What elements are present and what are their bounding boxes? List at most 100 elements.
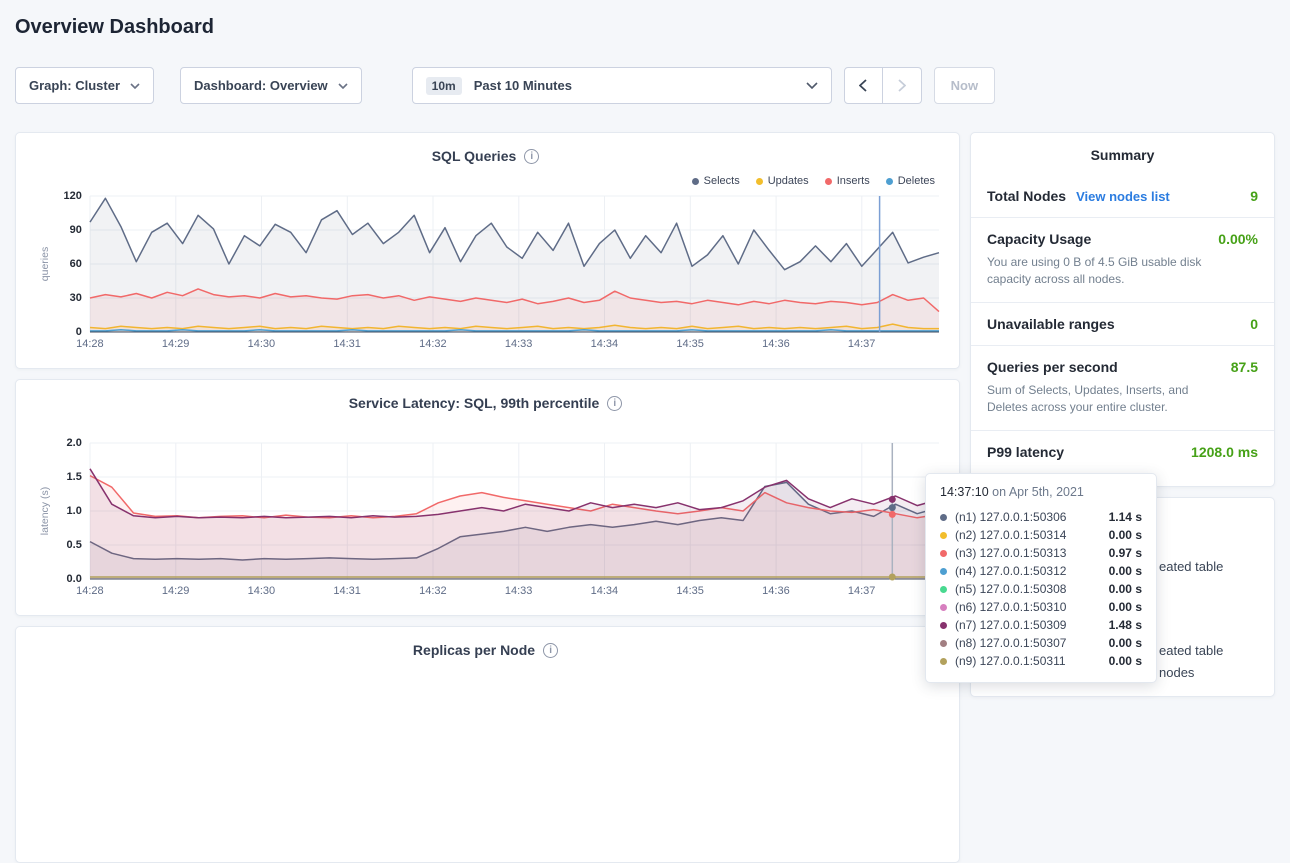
x-tick-label: 14:37 <box>848 585 876 597</box>
summary-title: Summary <box>971 147 1274 163</box>
y-tick-label: 30 <box>70 292 82 304</box>
chart-hover-tooltip: 14:37:10 on Apr 5th, 2021 (n1) 127.0.0.1… <box>925 473 1157 683</box>
tooltip-node-value: 0.00 s <box>1109 600 1142 614</box>
time-range-badge: 10m <box>426 77 462 95</box>
legend-item[interactable]: Selects <box>692 175 740 187</box>
time-prev-button[interactable] <box>844 67 883 104</box>
tooltip-row: (n3) 127.0.0.1:50313 0.97 s <box>940 544 1142 562</box>
chart-title-row: SQL Queries i <box>36 146 935 166</box>
summary-row-label: P99 latency <box>987 444 1064 460</box>
summary-row: P99 latency 1208.0 ms <box>971 430 1274 473</box>
graph-dropdown[interactable]: Graph: Cluster <box>15 67 154 104</box>
x-tick-label: 14:30 <box>248 338 276 350</box>
node-color-dot-icon <box>940 568 947 575</box>
info-icon[interactable]: i <box>524 149 539 164</box>
tooltip-node-value: 0.00 s <box>1109 654 1142 668</box>
tooltip-row: (n7) 127.0.0.1:50309 1.48 s <box>940 616 1142 634</box>
chart-svg <box>90 196 939 332</box>
time-range-dropdown[interactable]: 10m Past 10 Minutes <box>412 67 832 104</box>
chart-title: Replicas per Node <box>413 642 535 658</box>
service-latency-plot[interactable]: 14:2814:2914:3014:3114:3214:3314:3414:35… <box>90 443 935 579</box>
event-text-fragment: nodes <box>1159 665 1194 680</box>
x-tick-label: 14:34 <box>591 585 619 597</box>
tooltip-node-value: 0.00 s <box>1109 564 1142 578</box>
y-axis-ticks: 0306090120 <box>54 196 90 332</box>
tooltip-node-label: (n7) 127.0.0.1:50309 <box>955 618 1066 632</box>
tooltip-node-label: (n3) 127.0.0.1:50313 <box>955 546 1066 560</box>
page-title: Overview Dashboard <box>15 0 1275 39</box>
summary-row: Capacity Usage 0.00% You are using 0 B o… <box>971 217 1274 302</box>
node-color-dot-icon <box>940 604 947 611</box>
sql-queries-plot[interactable]: 14:2814:2914:3014:3114:3214:3314:3414:35… <box>90 196 935 332</box>
x-tick-label: 14:31 <box>333 585 361 597</box>
time-next-button[interactable] <box>883 67 922 104</box>
x-tick-label: 14:37 <box>848 338 876 350</box>
chart-title: SQL Queries <box>432 148 517 164</box>
x-tick-label: 14:28 <box>76 338 104 350</box>
chevron-left-icon <box>859 79 867 92</box>
y-tick-label: 120 <box>63 190 81 202</box>
node-color-dot-icon <box>940 640 947 647</box>
summary-row-description: Sum of Selects, Updates, Inserts, and De… <box>987 382 1258 417</box>
y-axis-ticks: 0.00.51.01.52.0 <box>54 443 90 579</box>
tooltip-row: (n1) 127.0.0.1:50306 1.14 s <box>940 508 1142 526</box>
y-tick-label: 60 <box>70 258 82 270</box>
view-nodes-link[interactable]: View nodes list <box>1076 189 1170 204</box>
legend-item[interactable]: Deletes <box>886 175 935 187</box>
node-color-dot-icon <box>940 550 947 557</box>
event-text-fragment: eated table <box>1159 559 1223 574</box>
tooltip-node-label: (n6) 127.0.0.1:50310 <box>955 600 1066 614</box>
summary-row: Total Nodes View nodes list 9 <box>971 175 1274 217</box>
legend-item[interactable]: Updates <box>756 175 809 187</box>
x-axis-ticks: 14:2814:2914:3014:3114:3214:3314:3414:35… <box>90 336 939 352</box>
x-tick-label: 14:35 <box>676 338 704 350</box>
x-tick-label: 14:29 <box>162 338 190 350</box>
x-tick-label: 14:32 <box>419 338 447 350</box>
tooltip-row: (n4) 127.0.0.1:50312 0.00 s <box>940 562 1142 580</box>
summary-panel: Summary Total Nodes View nodes list 9 Ca… <box>970 132 1275 487</box>
summary-row-label: Unavailable ranges <box>987 316 1115 332</box>
charts-column: SQL Queries i Selects Updates Inserts Delet… <box>15 132 960 863</box>
tooltip-row: (n2) 127.0.0.1:50314 0.00 s <box>940 526 1142 544</box>
node-color-dot-icon <box>940 658 947 665</box>
y-tick-label: 2.0 <box>67 437 82 449</box>
overview-dashboard-page: Overview Dashboard Graph: Cluster Dashbo… <box>0 0 1290 689</box>
chart-legend <box>36 421 935 435</box>
info-icon[interactable]: i <box>607 396 622 411</box>
chart-title-row: Replicas per Node i <box>36 640 935 660</box>
x-tick-label: 14:35 <box>676 585 704 597</box>
summary-rows: Total Nodes View nodes list 9 Capacity U… <box>971 175 1274 473</box>
tooltip-node-label: (n4) 127.0.0.1:50312 <box>955 564 1066 578</box>
tooltip-row: (n5) 127.0.0.1:50308 0.00 s <box>940 580 1142 598</box>
tooltip-node-label: (n2) 127.0.0.1:50314 <box>955 528 1066 542</box>
y-tick-label: 90 <box>70 224 82 236</box>
summary-row-value: 9 <box>1250 188 1258 204</box>
now-button[interactable]: Now <box>934 67 995 104</box>
summary-row-value: 87.5 <box>1231 359 1258 375</box>
x-tick-label: 14:34 <box>591 338 619 350</box>
tooltip-timestamp: 14:37:10 on Apr 5th, 2021 <box>940 485 1142 499</box>
legend-dot-icon <box>756 178 763 185</box>
service-latency-chart-panel: Service Latency: SQL, 99th percentile i … <box>15 379 960 616</box>
legend-dot-icon <box>886 178 893 185</box>
tooltip-node-value: 1.14 s <box>1109 510 1142 524</box>
x-tick-label: 14:29 <box>162 585 190 597</box>
x-tick-label: 14:32 <box>419 585 447 597</box>
event-text-fragment: eated table <box>1159 643 1223 658</box>
x-axis-ticks: 14:2814:2914:3014:3114:3214:3314:3414:35… <box>90 583 939 599</box>
y-tick-label: 0.0 <box>67 573 82 585</box>
dashboard-dropdown[interactable]: Dashboard: Overview <box>180 67 362 104</box>
chevron-right-icon <box>898 79 906 92</box>
time-range-label: Past 10 Minutes <box>474 78 572 93</box>
chevron-down-icon <box>806 82 818 89</box>
info-icon[interactable]: i <box>543 643 558 658</box>
replicas-per-node-chart-panel: Replicas per Node i <box>15 626 960 863</box>
node-color-dot-icon <box>940 586 947 593</box>
legend-item[interactable]: Inserts <box>825 175 870 187</box>
legend-dot-icon <box>692 178 699 185</box>
tooltip-row: (n6) 127.0.0.1:50310 0.00 s <box>940 598 1142 616</box>
tooltip-row: (n9) 127.0.0.1:50311 0.00 s <box>940 652 1142 670</box>
x-tick-label: 14:30 <box>248 585 276 597</box>
tooltip-node-label: (n5) 127.0.0.1:50308 <box>955 582 1066 596</box>
tooltip-node-value: 1.48 s <box>1109 618 1142 632</box>
